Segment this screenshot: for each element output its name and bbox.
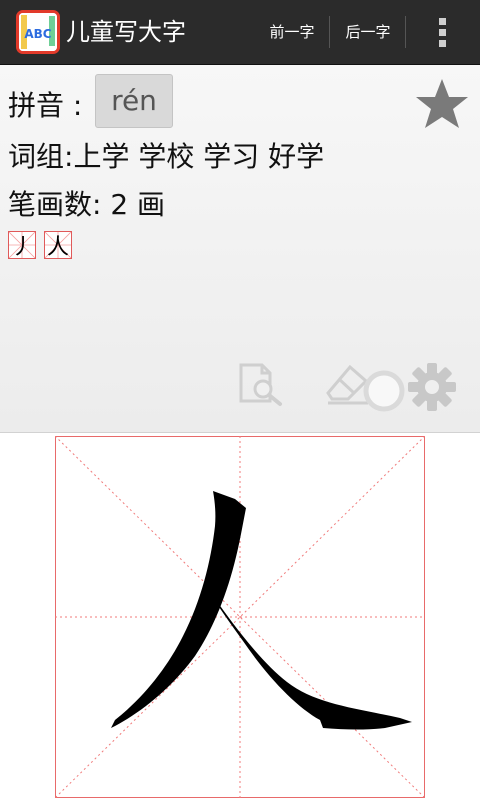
action-bar: ABC 儿童写大字 前一字 后一字	[0, 0, 480, 65]
strokes-row: 笔画数: 2 画	[8, 183, 165, 223]
stroke-step-grid: 人	[45, 232, 71, 259]
next-char-button[interactable]: 后一字	[336, 14, 400, 50]
pinyin-button[interactable]: rén	[95, 74, 173, 128]
app-icon-graphic: ABC	[19, 13, 57, 51]
words-label: 词组:	[8, 140, 74, 173]
loading-ring-icon	[363, 370, 405, 412]
pinyin-label: 拼音 :	[8, 89, 83, 122]
stroke-step-1[interactable]: 丿	[8, 231, 36, 259]
stroke-step-2[interactable]: 人	[44, 231, 72, 259]
gear-icon[interactable]	[406, 361, 458, 413]
app-abc-icon[interactable]: ABC	[16, 10, 60, 54]
stroke-step-glyph: 丿	[11, 235, 33, 259]
toolbar-divider	[405, 16, 406, 48]
star-icon[interactable]	[414, 77, 470, 131]
app-title: 儿童写大字	[66, 18, 186, 46]
toolbar-divider	[329, 16, 330, 48]
overflow-menu-icon[interactable]	[430, 14, 456, 50]
app-icon-text: ABC	[24, 27, 51, 41]
character-info-panel: 拼音 : rén 词组:上学 学校 学习 好学 笔画数: 2 画 丿 人	[0, 65, 480, 433]
stroke-step-grid: 丿	[9, 232, 35, 259]
stroke-step-glyph: 人	[47, 235, 69, 259]
prev-char-button[interactable]: 前一字	[260, 14, 324, 50]
strokes-value: 2 画	[110, 188, 166, 221]
document-search-icon[interactable]	[236, 361, 286, 407]
strokes-label: 笔画数:	[8, 188, 102, 221]
words-row: 词组:上学 学校 学习 好学	[8, 135, 324, 175]
writing-grid[interactable]	[55, 436, 425, 798]
words-value: 上学 学校 学习 好学	[73, 140, 325, 173]
